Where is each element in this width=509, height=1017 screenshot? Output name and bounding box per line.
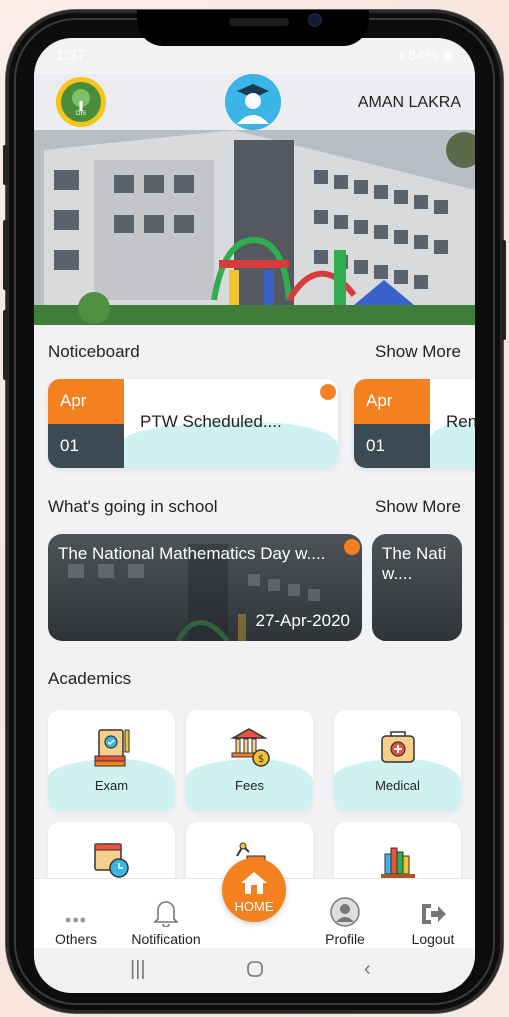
mute-switch (3, 145, 8, 185)
notch (137, 10, 369, 46)
tree-icon: DIS (72, 89, 90, 117)
nav-label: Notification (131, 931, 201, 947)
academics-title: Academics (48, 669, 132, 688)
notice-title: PTW Scheduled.... (140, 412, 282, 431)
tile-label: Medical (375, 778, 420, 793)
notice-month: Apr (48, 379, 124, 424)
status-time: 1:37 (56, 47, 86, 64)
avatar[interactable] (225, 74, 281, 130)
volume-down-button (3, 310, 8, 380)
events-title: What's going in school (48, 497, 218, 516)
profile-icon (330, 897, 360, 927)
logout-icon (422, 904, 446, 924)
screen: 1:37 .ıl 84% DIS AMAN LAKRA Noticeboard … (34, 38, 475, 993)
nav-logout[interactable]: Logout (406, 897, 460, 947)
volume-up-button (3, 220, 8, 290)
notice-card[interactable]: Apr 01 PTW Scheduled.... (48, 379, 338, 468)
graduate-avatar-icon (225, 74, 281, 130)
events-show-more-link[interactable]: Show More (375, 497, 461, 517)
back-button[interactable]: ‹ (364, 958, 371, 981)
more-dots-icon: ••• (65, 910, 87, 930)
event-card[interactable]: The National Mathematics Day w.... 27-Ap… (48, 534, 362, 641)
system-nav-bar: ||| ‹ (34, 948, 475, 993)
event-card[interactable]: The Nati w.... (372, 534, 462, 641)
fees-tile[interactable]: $ Fees (186, 710, 313, 811)
recent-apps-button[interactable]: ||| (130, 958, 146, 981)
nav-others[interactable]: ••• Others (54, 897, 98, 947)
phone-frame: 1:37 .ıl 84% DIS AMAN LAKRA Noticeboard … (3, 10, 506, 1013)
event-date: 27-Apr-2020 (255, 611, 350, 630)
timetable-icon (94, 843, 129, 878)
user-name: AMAN LAKRA (357, 94, 461, 111)
notice-card[interactable]: Apr 01 Ren (354, 379, 475, 468)
home-icon (241, 872, 267, 894)
app-header: DIS AMAN LAKRA (34, 74, 475, 130)
school-logo[interactable]: DIS (56, 77, 106, 127)
tile-label: Exam (94, 778, 129, 793)
power-button (501, 240, 506, 340)
event-title: The National Mathematics Day w.... (58, 544, 326, 563)
system-home-button[interactable] (246, 960, 264, 984)
school-banner-image (34, 130, 475, 325)
exam-tile[interactable]: Exam (48, 710, 175, 811)
home-button[interactable]: HOME (222, 858, 286, 922)
library-icon (381, 847, 415, 878)
nav-profile[interactable]: Profile (320, 897, 370, 947)
tile-label: Fees (235, 778, 264, 793)
battery-level: 84% (407, 47, 438, 64)
notice-day: 01 (354, 424, 430, 468)
battery-icon (443, 48, 453, 63)
nav-label: Profile (325, 931, 365, 947)
nav-label: Logout (411, 931, 455, 947)
medical-icon (381, 731, 415, 763)
unread-dot (344, 539, 360, 555)
medical-tile[interactable]: Medical (334, 710, 461, 811)
notice-day: 01 (48, 424, 124, 468)
svg-text:DIS: DIS (76, 110, 86, 117)
fees-icon: $ (230, 728, 270, 767)
unread-dot (320, 384, 336, 400)
nav-notification[interactable]: Notification (126, 897, 206, 947)
camera-icon (308, 13, 322, 27)
signal-icon: .ıl (396, 48, 404, 63)
home-label: HOME (234, 899, 274, 914)
svg-text:$: $ (258, 754, 264, 765)
nav-label: Others (54, 931, 97, 947)
bell-icon (153, 901, 179, 927)
noticeboard-title: Noticeboard (48, 342, 140, 361)
noticeboard-show-more-link[interactable]: Show More (375, 342, 461, 362)
exam-icon (94, 729, 130, 767)
event-title: The Nati w.... (382, 544, 447, 583)
notice-month: Apr (354, 379, 430, 424)
notice-title: Ren (446, 412, 475, 431)
